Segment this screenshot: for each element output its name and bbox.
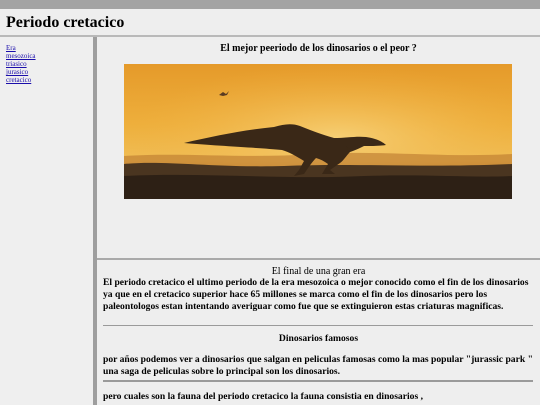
sidebar-item-mesozoica: mesozoica: [6, 52, 93, 60]
sidebar-nav: Era mesozoica triasico jurasico cretacic…: [0, 37, 93, 405]
final-era-heading: El final de una gran era: [271, 266, 366, 277]
sidebar-item-era: Era: [6, 44, 93, 52]
sidebar-link-triasico[interactable]: triasico: [6, 60, 27, 68]
sidebar-item-jurasico: jurasico: [6, 68, 93, 76]
sidebar-link-cretacico[interactable]: cretacico: [6, 76, 31, 84]
fauna-paragraph: pero cuales son la fauna del periodo cre…: [103, 391, 423, 402]
intro-heading: El mejor peeriodo de los dinosarios o el…: [220, 43, 417, 54]
dinosaur-sunset-image: [124, 64, 512, 199]
famous-dinosaurs-heading: Dinosarios famosos: [278, 333, 359, 344]
browser-top-bar: [0, 0, 540, 9]
main-content: El mejor peeriodo de los dinosarios o el…: [97, 37, 540, 405]
sidebar-link-jurasico[interactable]: jurasico: [6, 68, 28, 76]
page-header: Periodo cretacico: [0, 9, 540, 37]
sidebar-link-era[interactable]: Era: [6, 44, 16, 52]
sidebar-item-triasico: triasico: [6, 60, 93, 68]
sidebar-item-cretacico: cretacico: [6, 76, 93, 84]
divider: [103, 380, 533, 382]
intro-section: El mejor peeriodo de los dinosarios o el…: [97, 37, 540, 260]
page-title: Periodo cretacico: [6, 14, 125, 31]
final-era-paragraph: El periodo cretacico el ultimo periodo d…: [103, 277, 529, 312]
sidebar-link-mesozoica[interactable]: mesozoica: [6, 52, 36, 60]
divider: [103, 325, 533, 326]
famous-dinosaurs-paragraph: por años podemos ver a dinosarios que sa…: [103, 354, 533, 377]
